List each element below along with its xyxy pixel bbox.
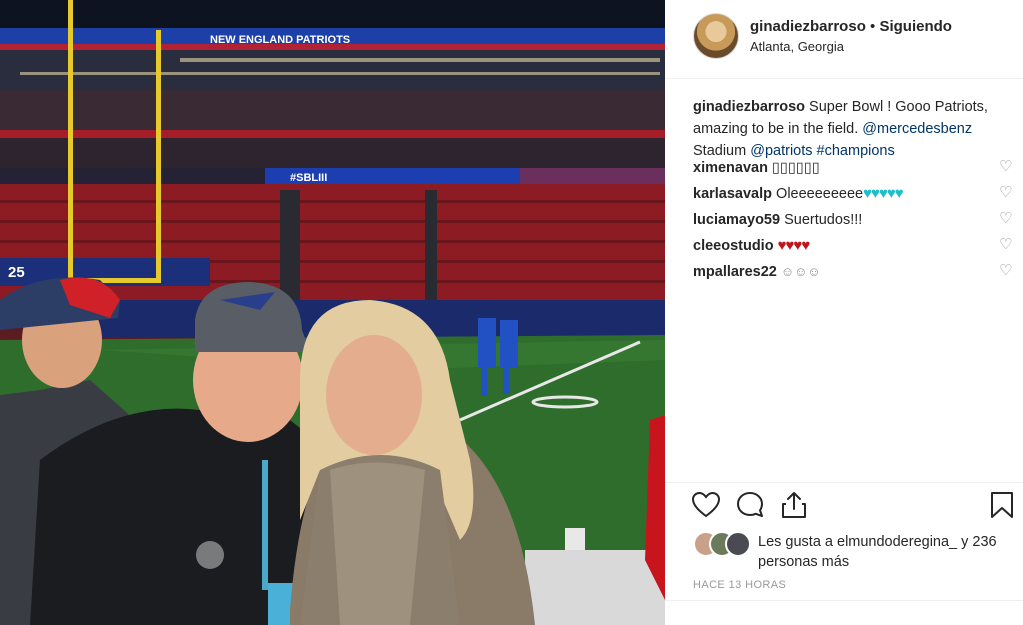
caption-username[interactable]: ginadiezbarroso — [693, 99, 805, 115]
liker-avatars[interactable] — [693, 531, 757, 557]
header-username[interactable]: ginadiezbarroso — [750, 18, 866, 35]
actions-divider — [665, 482, 1023, 483]
post-sidebar: ginadiezbarroso • Siguiendo Atlanta, Geo… — [665, 0, 1023, 625]
likes-summary[interactable]: Les gusta a elmundoderegina_ y 236 perso… — [758, 532, 1008, 572]
cat-faces-emoji-icon: ☺☺☺ — [780, 264, 821, 279]
header-separator: • — [865, 18, 880, 35]
comment-username[interactable]: ximenavan — [693, 160, 768, 176]
bookmark-icon[interactable] — [987, 490, 1017, 520]
comment-item: cleeostudio ♥♥♥♥ ♡ — [693, 235, 1015, 261]
comment-item: karlasavalp Oleeeeeeeee♥♥♥♥♥ ♡ — [693, 183, 1015, 209]
comment-username[interactable]: mpallares22 — [693, 264, 777, 280]
mention-mercedesbenz[interactable]: @mercedesbenz — [862, 121, 972, 137]
liker-avatar — [725, 531, 751, 557]
stadium-scene: NEW ENGLAND PATRIOTS #SBLIII 25 — [0, 0, 665, 625]
follow-status-button[interactable]: Siguiendo — [879, 18, 952, 35]
teal-hearts-emoji-icon: ♥♥♥♥♥ — [863, 185, 904, 202]
comment-like-heart-icon[interactable]: ♡ — [999, 237, 1013, 252]
bottom-divider — [665, 600, 1023, 601]
comment-like-heart-icon[interactable]: ♡ — [999, 185, 1013, 200]
sideline-number: 25 — [8, 264, 25, 281]
comment-item: mpallares22 ☺☺☺ ♡ — [693, 261, 1015, 287]
avatar[interactable] — [693, 13, 739, 59]
post-timestamp[interactable]: HACE 13 HORAS — [693, 579, 786, 591]
post-caption: ginadiezbarroso Super Bowl ! Gooo Patrio… — [693, 96, 1003, 162]
like-heart-icon[interactable] — [691, 490, 721, 520]
comment-text: Suertudos!!! — [780, 212, 863, 228]
comment-list: ximenavan ▯▯▯▯▯▯ ♡ karlasavalp Oleeeeeee… — [693, 157, 1015, 287]
comment-item: ximenavan ▯▯▯▯▯▯ ♡ — [693, 157, 1015, 183]
comment-like-heart-icon[interactable]: ♡ — [999, 263, 1013, 278]
comment-username[interactable]: cleeostudio — [693, 238, 774, 254]
comment-username[interactable]: luciamayo59 — [693, 212, 780, 228]
share-upload-icon[interactable] — [779, 490, 809, 520]
comment-bubble-icon[interactable] — [735, 490, 765, 520]
location-link[interactable]: Atlanta, Georgia — [750, 39, 844, 54]
post-header: ginadiezbarroso • Siguiendo Atlanta, Geo… — [665, 0, 1023, 79]
comment-item: luciamayo59 Suertudos!!! ♡ — [693, 209, 1015, 235]
comment-username[interactable]: karlasavalp — [693, 186, 772, 202]
header-user-line: ginadiezbarroso • Siguiendo — [750, 18, 952, 35]
ribbon-board-text: #SBLIII — [290, 172, 327, 184]
comment-like-heart-icon[interactable]: ♡ — [999, 159, 1013, 174]
post-photo[interactable]: NEW ENGLAND PATRIOTS #SBLIII 25 — [0, 0, 665, 625]
comment-text: Oleeeeeeeee — [772, 186, 864, 202]
comment-like-heart-icon[interactable]: ♡ — [999, 211, 1013, 226]
red-hearts-emoji-icon: ♥♥♥♥ — [777, 237, 811, 254]
stadium-banner-text: NEW ENGLAND PATRIOTS — [210, 34, 350, 46]
comment-text: ▯▯▯▯▯▯ — [767, 160, 820, 176]
